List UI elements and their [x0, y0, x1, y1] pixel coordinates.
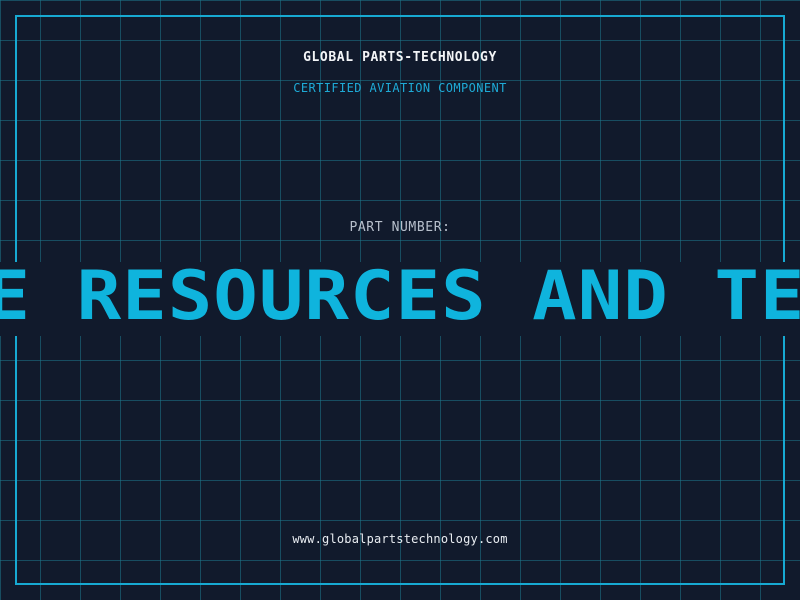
- website-url: www.globalpartstechnology.com: [292, 532, 508, 546]
- part-number-banner: CE RESOURCES AND TE: [0, 262, 800, 336]
- company-name: GLOBAL PARTS-TECHNOLOGY: [303, 50, 497, 65]
- part-number-label: PART NUMBER:: [349, 220, 451, 235]
- certification-subtitle: CERTIFIED AVIATION COMPONENT: [293, 81, 507, 95]
- part-number-value: CE RESOURCES AND TE: [0, 262, 800, 336]
